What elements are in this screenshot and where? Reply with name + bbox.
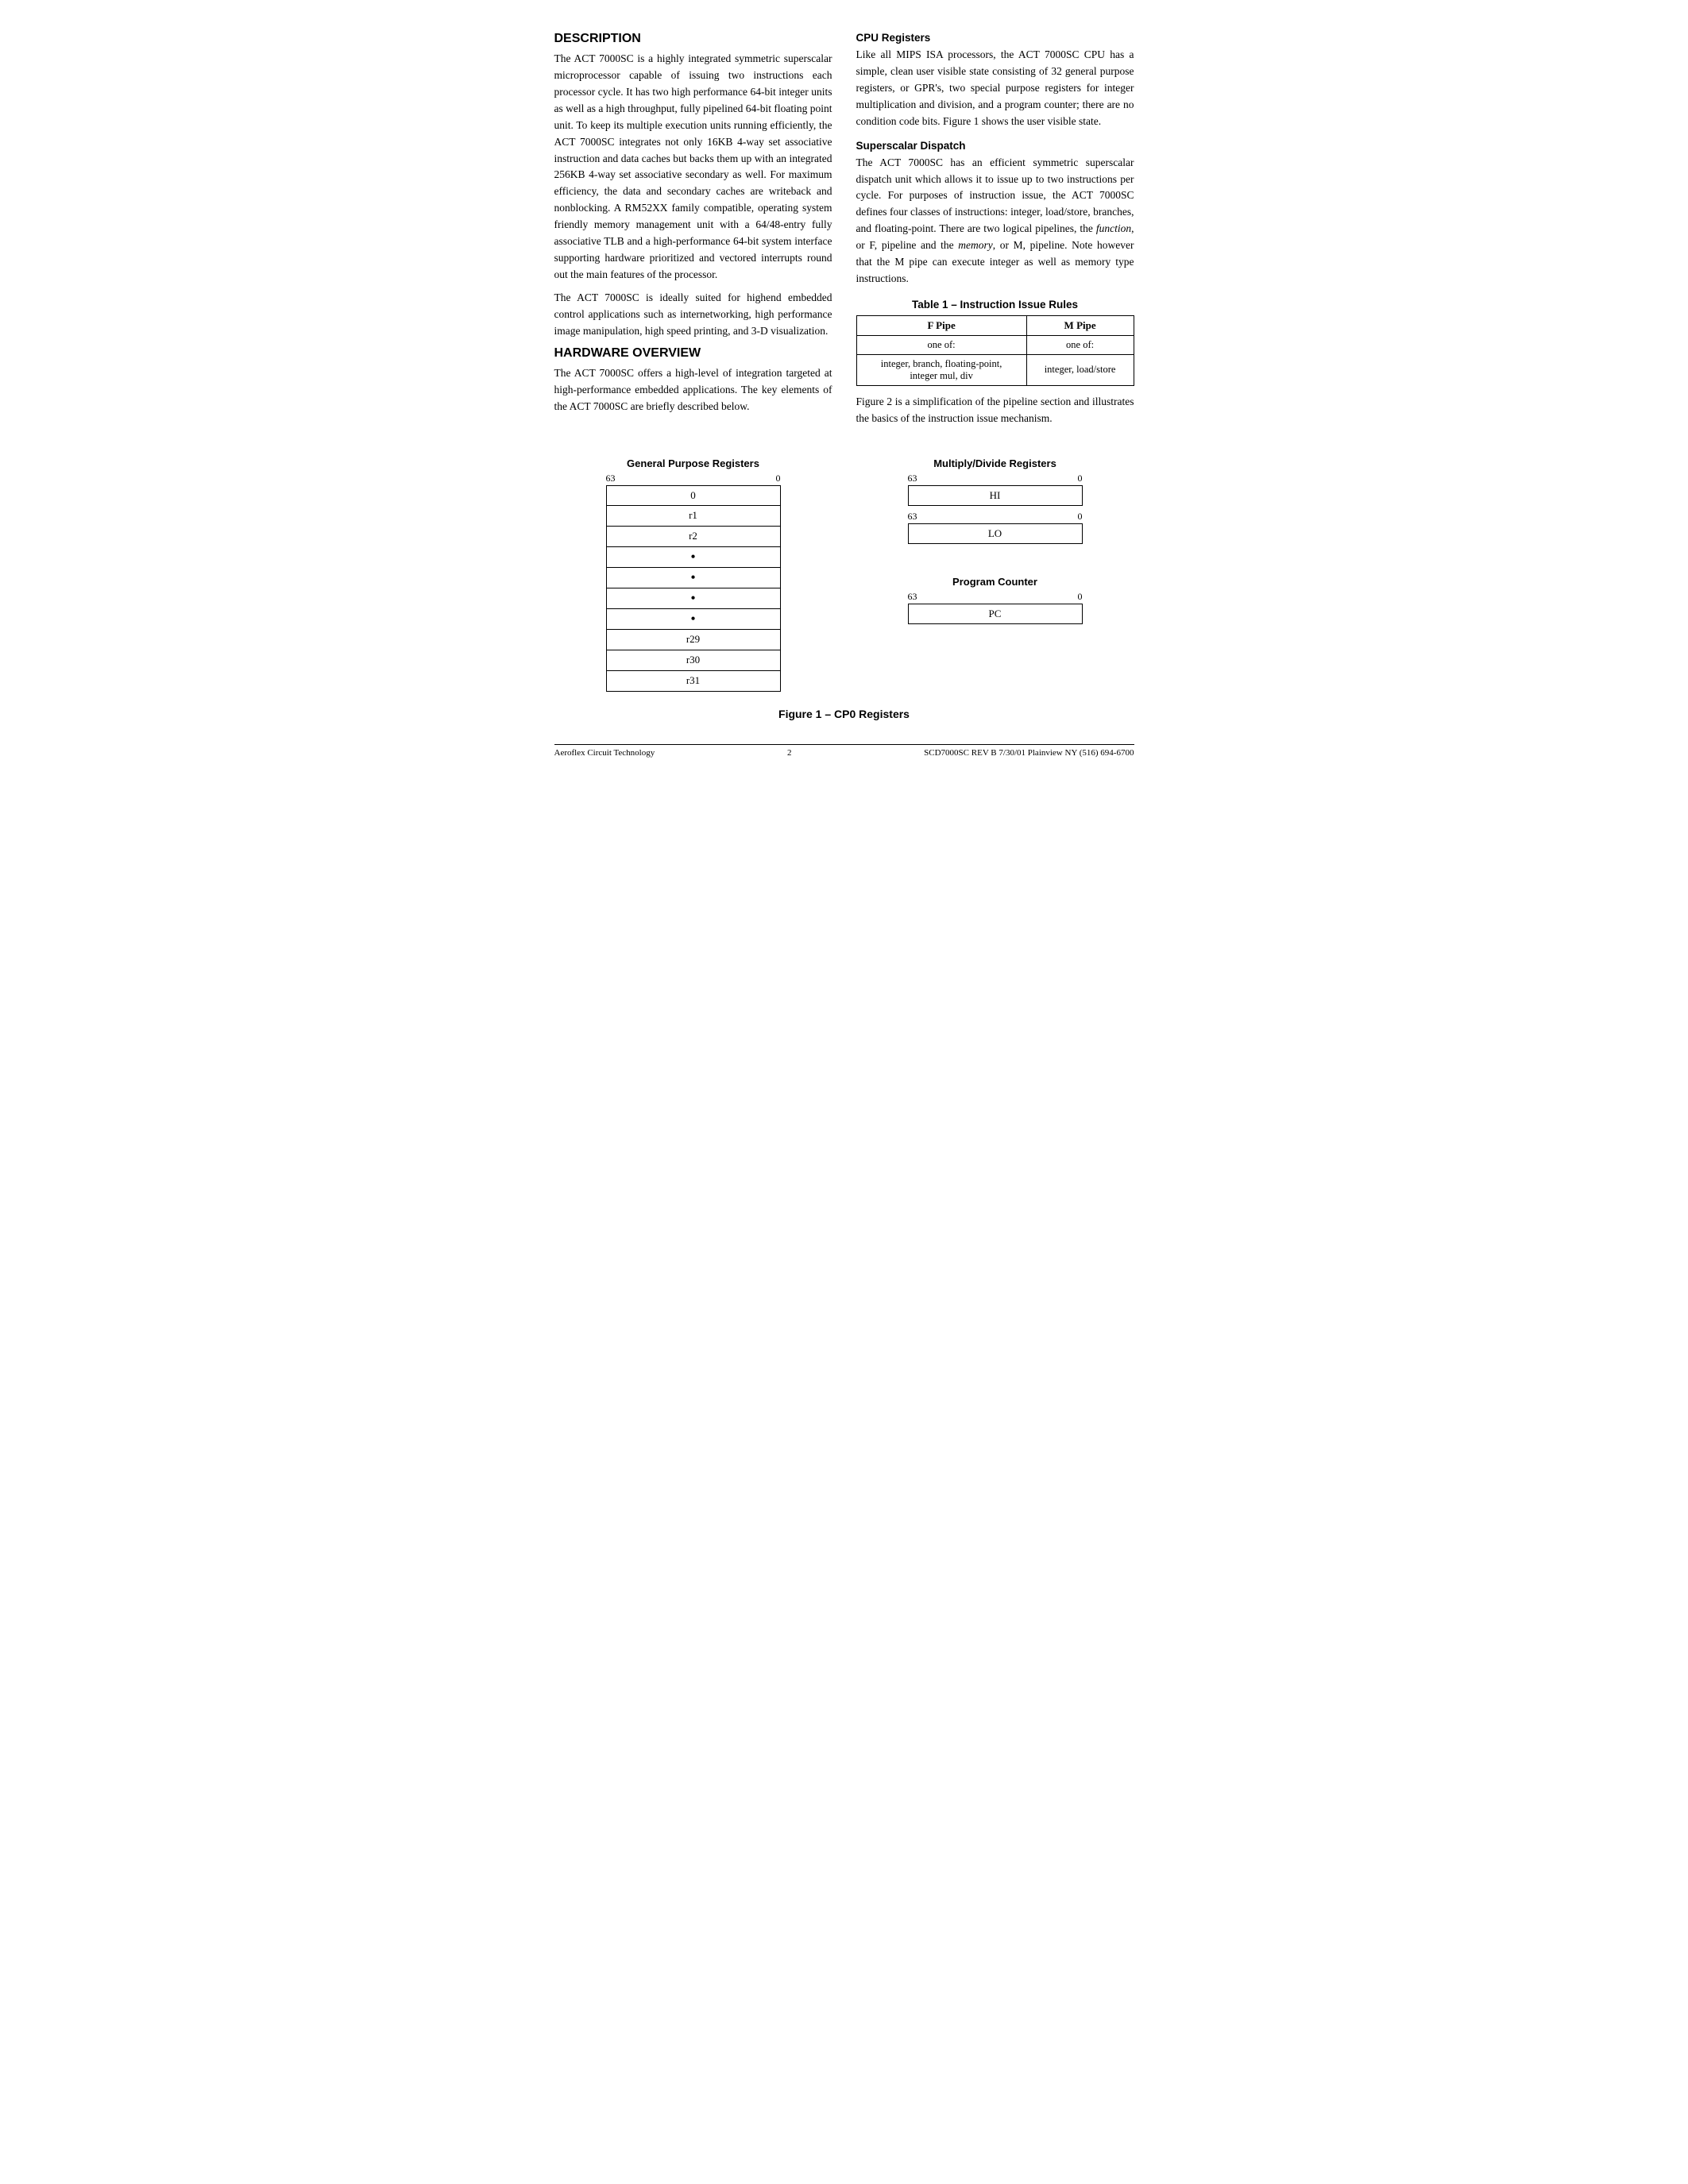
left-column: DESCRIPTION The ACT 7000SC is a highly i… <box>554 32 832 434</box>
cpu-registers-title: CPU Registers <box>856 32 1134 44</box>
gpr-figure: General Purpose Registers 63 0 0 r1 r2 •… <box>554 457 832 692</box>
table-title: Table 1 – Instruction Issue Rules <box>856 299 1134 311</box>
md-hi-bit-labels: 63 0 <box>908 473 1083 484</box>
pc-bit-0: 0 <box>1078 591 1083 603</box>
gpr-bit-63: 63 <box>606 473 616 484</box>
pc-bit-63: 63 <box>908 591 917 603</box>
md-hi-bit-0: 0 <box>1078 473 1083 484</box>
superscalar-title: Superscalar Dispatch <box>856 140 1134 152</box>
two-column-section: DESCRIPTION The ACT 7000SC is a highly i… <box>554 32 1134 434</box>
table-cell-m-instructions: integer, load/store <box>1026 354 1134 385</box>
gpr-bit-labels: 63 0 <box>606 473 781 484</box>
description-paragraph-1: The ACT 7000SC is a highly integrated sy… <box>554 51 832 284</box>
footer-company: Aeroflex Circuit Technology <box>554 748 655 758</box>
table-cell-oneof-f: one of: <box>856 335 1026 354</box>
table-header-mpipe: M Pipe <box>1026 315 1134 335</box>
cpu-paragraph: Like all MIPS ISA processors, the ACT 70… <box>856 47 1134 130</box>
pc-register: PC <box>908 604 1083 624</box>
multiply-divide-section: Multiply/Divide Registers 63 0 HI 63 0 L… <box>908 457 1083 544</box>
gpr-register-stack: 0 r1 r2 • • • • r29 r30 r31 <box>606 485 781 692</box>
md-lo-bit-labels: 63 0 <box>908 511 1083 523</box>
gpr-row-dot1: • <box>606 547 781 568</box>
footer-right-info: SCD7000SC REV B 7/30/01 Plainview NY (51… <box>924 748 1134 758</box>
footer-left: Aeroflex Circuit Technology <box>554 748 655 758</box>
gpr-row-dot2: • <box>606 568 781 588</box>
gpr-row-r31: r31 <box>606 671 781 692</box>
gpr-row-r2: r2 <box>606 527 781 547</box>
gpr-row-0: 0 <box>606 485 781 506</box>
gpr-title: General Purpose Registers <box>627 457 759 469</box>
gpr-bit-0: 0 <box>776 473 781 484</box>
program-counter-section: Program Counter 63 0 PC <box>908 576 1083 624</box>
md-hi-register: HI <box>908 485 1083 506</box>
table-header-fpipe: F Pipe <box>856 315 1026 335</box>
right-column: CPU Registers Like all MIPS ISA processo… <box>856 32 1134 434</box>
instruction-issue-table: F Pipe M Pipe one of: one of: integer, b… <box>856 315 1134 386</box>
description-title: DESCRIPTION <box>554 32 832 46</box>
gpr-row-dot3: • <box>606 588 781 609</box>
md-title: Multiply/Divide Registers <box>908 457 1083 469</box>
instruction-issue-table-section: Table 1 – Instruction Issue Rules F Pipe… <box>856 299 1134 427</box>
right-registers-figure: Multiply/Divide Registers 63 0 HI 63 0 L… <box>856 457 1134 624</box>
hardware-paragraph: The ACT 7000SC offers a high-level of in… <box>554 365 832 415</box>
table-cell-oneof-m: one of: <box>1026 335 1134 354</box>
figure-section: General Purpose Registers 63 0 0 r1 r2 •… <box>554 457 1134 692</box>
gpr-row-r29: r29 <box>606 630 781 650</box>
page: DESCRIPTION The ACT 7000SC is a highly i… <box>554 32 1134 758</box>
figure2-note: Figure 2 is a simplification of the pipe… <box>856 394 1134 427</box>
footer-page-number: 2 <box>787 748 792 758</box>
gpr-row-dot4: • <box>606 609 781 630</box>
md-lo-bit-0: 0 <box>1078 511 1083 523</box>
pc-title: Program Counter <box>908 576 1083 588</box>
md-lo-register: LO <box>908 523 1083 544</box>
gpr-row-r1: r1 <box>606 506 781 527</box>
md-lo-bit-63: 63 <box>908 511 917 523</box>
hardware-title: HARDWARE OVERVIEW <box>554 346 832 361</box>
superscalar-paragraph: The ACT 7000SC has an efficient symmetri… <box>856 155 1134 287</box>
description-paragraph-2: The ACT 7000SC is ideally suited for hig… <box>554 290 832 340</box>
md-hi-bit-63: 63 <box>908 473 917 484</box>
footer: Aeroflex Circuit Technology 2 SCD7000SC … <box>554 744 1134 758</box>
figure-caption: Figure 1 – CP0 Registers <box>554 708 1134 720</box>
gpr-row-r30: r30 <box>606 650 781 671</box>
table-cell-f-instructions: integer, branch, floating-point,integer … <box>856 354 1026 385</box>
pc-bit-labels: 63 0 <box>908 591 1083 603</box>
